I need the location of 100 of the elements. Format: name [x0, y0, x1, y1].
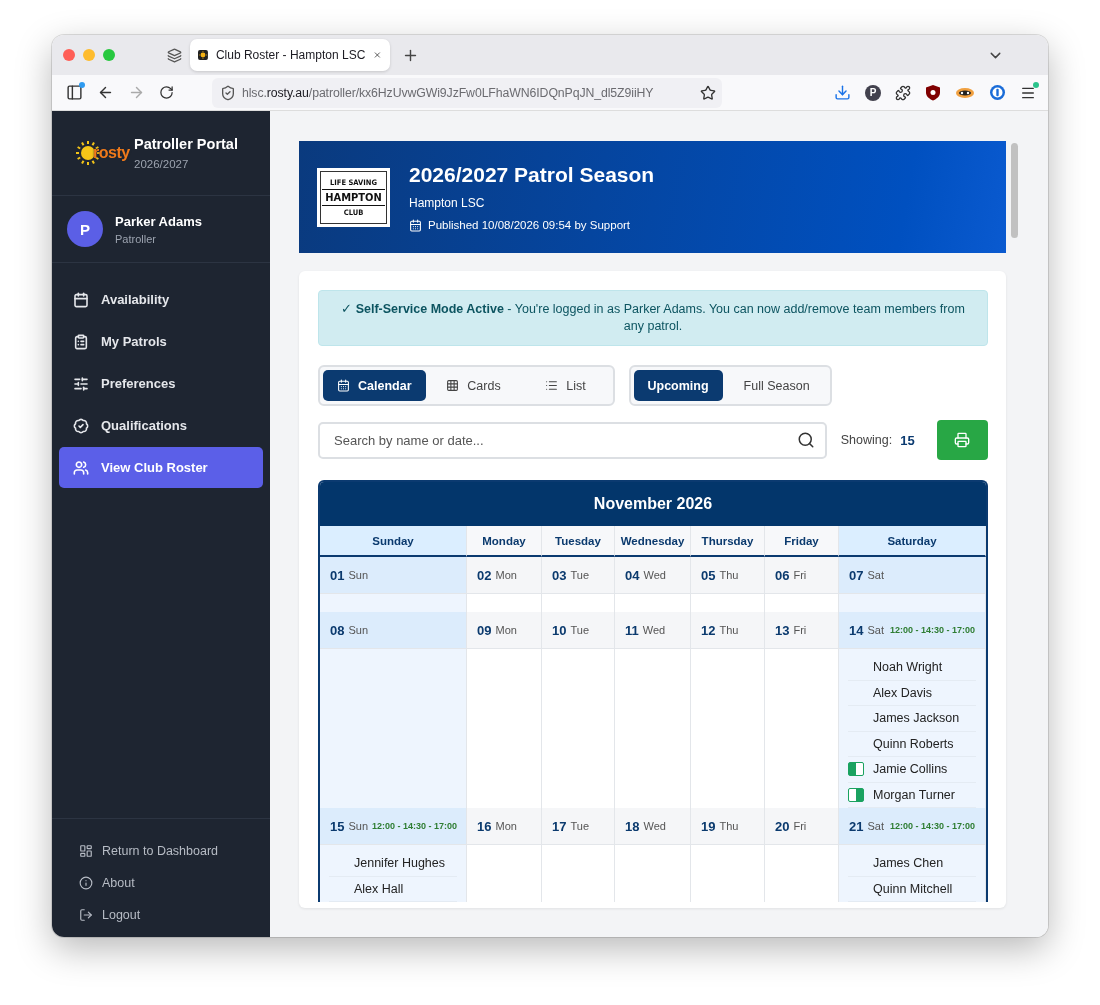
profile-badge[interactable]: P — [865, 84, 881, 101]
member-name[interactable]: Alex Hall — [354, 881, 404, 896]
day-number: 09 — [477, 622, 492, 638]
day-number: 04 — [625, 567, 640, 583]
menu-icon[interactable] — [1020, 84, 1036, 101]
day-name: Tue — [570, 624, 589, 636]
day-number: 13 — [775, 622, 790, 638]
nav-item[interactable]: Availability — [59, 279, 263, 320]
nav-item[interactable]: My Patrols — [59, 321, 263, 362]
footer-link[interactable]: About — [59, 867, 263, 899]
day-name: Sun — [348, 569, 369, 581]
footer-link[interactable]: Return to Dashboard — [59, 835, 263, 867]
browser-tab[interactable]: Club Roster - Hampton LSC — [190, 39, 390, 71]
day-name: Mon — [495, 820, 517, 832]
bookmark-star-icon[interactable] — [700, 84, 716, 101]
info-icon — [79, 876, 93, 890]
user-name: Parker Adams — [115, 213, 202, 229]
address-field[interactable]: hlsc.rosty.au/patroller/kx6HzUvwGWi9JzFw0LFhaWN6IDQnPqJN_dl5Z9iiHY — [212, 77, 722, 108]
day-name: Fri — [793, 569, 807, 581]
day-number: 03 — [552, 567, 567, 583]
day-number: 10 — [552, 622, 567, 638]
search-icon[interactable] — [796, 430, 815, 449]
day-number: 06 — [775, 567, 790, 583]
logout-icon — [79, 908, 93, 922]
day-name: Tue — [570, 820, 589, 832]
day-name: Wed — [643, 569, 666, 581]
view-mode-tab[interactable]: Cards — [429, 370, 518, 401]
day-name: Sat — [867, 569, 884, 581]
search-field[interactable]: Search by name or date... — [318, 421, 827, 459]
day-name: Mon — [495, 624, 517, 636]
weekday-header: Monday — [467, 526, 542, 557]
member-name[interactable]: James Chen — [873, 856, 944, 871]
club-name: Hampton LSC — [409, 195, 486, 210]
weekday-header: Tuesday — [542, 526, 615, 557]
site-info-icon[interactable] — [220, 84, 236, 101]
password-manager-icon[interactable] — [989, 84, 1006, 101]
member-name[interactable]: James Jackson — [873, 711, 960, 726]
weekday-header: Friday — [765, 526, 839, 557]
sliders-icon — [73, 375, 89, 392]
member-name[interactable]: Quinn Mitchell — [873, 881, 953, 896]
user-avatar: P — [67, 211, 103, 247]
sidebar-toggle-icon[interactable] — [66, 84, 83, 101]
shield-extension-icon[interactable] — [925, 84, 941, 101]
day-number: 07 — [849, 567, 864, 583]
member-name[interactable]: Jamie Collins — [873, 762, 948, 777]
nav-item[interactable]: View Club Roster — [59, 447, 263, 488]
day-number: 01 — [330, 567, 345, 583]
day-name: Sun — [348, 820, 369, 832]
user-role: Patroller — [115, 232, 157, 245]
dashboard-icon — [79, 844, 93, 858]
member-name[interactable]: Alex Davis — [873, 685, 933, 700]
member-name[interactable]: Quinn Roberts — [873, 736, 954, 751]
scrollbar-thumb[interactable] — [1011, 143, 1018, 238]
extensions-icon[interactable] — [895, 84, 911, 101]
patrol-times: 12:00 - 14:30 - 17:00 — [889, 625, 975, 635]
weekday-header: Wednesday — [615, 526, 691, 557]
tab-title: Club Roster - Hampton LSC — [215, 48, 366, 62]
showing-count: 15 — [900, 432, 915, 448]
patrol-times: 12:00 - 14:30 - 17:00 — [372, 821, 458, 831]
day-name: Thu — [719, 569, 739, 581]
range-tab[interactable]: Full Season — [726, 370, 827, 401]
day-number: 17 — [552, 818, 567, 834]
day-number: 21 — [849, 818, 864, 834]
download-icon[interactable] — [834, 84, 851, 101]
day-name: Fri — [793, 820, 807, 832]
weekday-header: Sunday — [320, 526, 467, 557]
view-mode-tab[interactable]: List — [521, 370, 610, 401]
self-service-alert: ✓ Self-Service Mode Active - You're logged in as Parker Adams. You can now add/remove team members from any patrol. — [318, 290, 988, 346]
footer-link[interactable]: Logout — [59, 899, 263, 931]
season-title: 2026/2027 Patrol Season — [409, 162, 655, 187]
clipboard-icon — [73, 333, 89, 350]
print-button[interactable] — [936, 420, 988, 460]
published-info: Published 10/08/2026 09:54 by Support — [428, 219, 631, 231]
sun-favicon-icon — [198, 47, 208, 63]
reload-icon[interactable] — [159, 85, 174, 100]
grid-icon — [446, 379, 460, 392]
day-name: Sun — [348, 624, 369, 636]
printer-icon — [954, 432, 971, 448]
day-name: Fri — [793, 624, 807, 636]
back-icon[interactable] — [97, 84, 114, 101]
list-icon — [545, 379, 559, 392]
day-name: Wed — [642, 624, 666, 636]
patrol-times: 12:00 - 14:30 - 17:00 — [889, 821, 975, 831]
users-icon — [73, 459, 89, 476]
day-name: Sat — [867, 624, 884, 636]
day-number: 15 — [330, 818, 345, 834]
badge-check-icon — [73, 417, 89, 434]
day-number: 05 — [701, 567, 716, 583]
nav-item[interactable]: Qualifications — [59, 405, 263, 446]
day-number: 14 — [849, 622, 864, 638]
member-name[interactable]: Noah Wright — [873, 660, 943, 675]
day-name: Wed — [643, 820, 666, 832]
member-name[interactable]: Jennifer Hughes — [354, 856, 446, 871]
day-name: Sat — [867, 820, 884, 832]
range-tab[interactable]: Upcoming — [633, 370, 723, 401]
calendar-icon — [409, 218, 422, 232]
member-name[interactable]: Morgan Turner — [873, 787, 955, 802]
view-mode-tab[interactable]: Calendar — [323, 370, 426, 401]
nav-item[interactable]: Preferences — [59, 363, 263, 404]
portal-title: Patroller Portal — [134, 136, 238, 152]
